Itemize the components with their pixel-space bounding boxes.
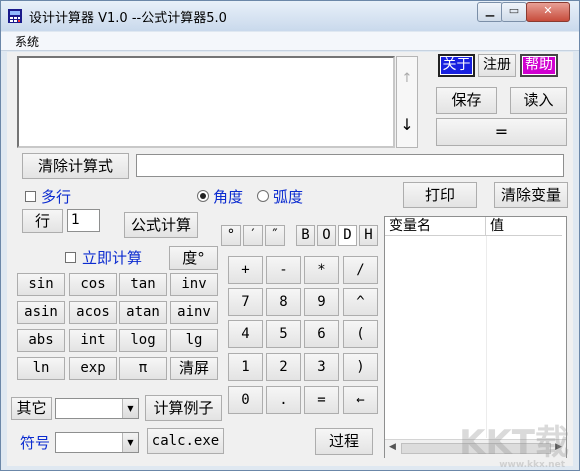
ln-button[interactable]: ln	[17, 357, 65, 380]
abs-button[interactable]: abs	[17, 329, 65, 352]
row-input[interactable]: 1	[67, 209, 100, 232]
minimize-icon: ▁	[485, 4, 495, 17]
key-0[interactable]: 0	[228, 386, 263, 414]
other-button[interactable]: 其它	[11, 397, 52, 420]
cos-button[interactable]: cos	[69, 273, 117, 296]
multiply-button[interactable]: *	[304, 256, 339, 284]
maximize-icon: ▭	[508, 4, 520, 17]
pi-button[interactable]: π	[119, 357, 167, 380]
divide-button[interactable]: /	[343, 256, 378, 284]
radian-label: 弧度	[273, 188, 304, 206]
multiline-label: 多行	[41, 188, 72, 206]
watermark: KKT载 www.kkx.net	[459, 423, 569, 470]
app-icon	[8, 9, 22, 23]
acos-button[interactable]: acos	[69, 301, 117, 324]
symbol-select[interactable]: ▼	[55, 432, 139, 453]
minimize-button[interactable]: ▁	[477, 2, 503, 22]
radian-radio[interactable]	[257, 190, 269, 202]
key-6[interactable]: 6	[304, 320, 339, 348]
asin-button[interactable]: asin	[17, 301, 65, 324]
deg-symbol-button[interactable]: °	[221, 225, 241, 246]
dot-button[interactable]: .	[266, 386, 301, 414]
degree-symbol-button[interactable]: 度°	[169, 246, 218, 270]
key-equals[interactable]: =	[304, 386, 339, 414]
menu-system[interactable]: 系统	[15, 33, 39, 50]
variables-header-value[interactable]: 值	[486, 217, 562, 236]
other-select[interactable]: ▼	[55, 398, 139, 419]
column-divider	[486, 236, 487, 438]
result-display	[136, 154, 564, 177]
calc-exe-button[interactable]: calc.exe	[147, 428, 224, 454]
key-5[interactable]: 5	[266, 320, 301, 348]
scroll-left-icon[interactable]: ◀	[389, 442, 396, 452]
inv-button[interactable]: inv	[170, 273, 218, 296]
degree-radio[interactable]	[197, 190, 209, 202]
close-icon: ✕	[543, 4, 553, 17]
scroll-up-icon[interactable]: ↑	[397, 57, 417, 101]
sin-button[interactable]: sin	[17, 273, 65, 296]
print-button[interactable]: 打印	[403, 182, 477, 208]
formula-editor[interactable]	[17, 56, 395, 148]
help-button[interactable]: 帮助	[520, 54, 558, 77]
instant-calc-checkbox[interactable]	[65, 252, 76, 263]
exp-button[interactable]: exp	[69, 357, 117, 380]
key-4[interactable]: 4	[228, 320, 263, 348]
radix-b-button[interactable]: B	[296, 225, 315, 246]
clear-vars-button[interactable]: 清除变量	[494, 182, 568, 208]
multiline-checkbox[interactable]	[25, 191, 36, 202]
key-9[interactable]: 9	[304, 288, 339, 316]
maximize-button[interactable]: ▭	[501, 2, 527, 22]
chevron-down-icon[interactable]: ▼	[122, 399, 138, 418]
ainv-button[interactable]: ainv	[170, 301, 218, 324]
register-button[interactable]: 注册	[478, 54, 516, 77]
menu-bar: 系统	[1, 32, 579, 51]
tan-button[interactable]: tan	[119, 273, 167, 296]
log-button[interactable]: log	[119, 329, 167, 352]
process-button[interactable]: 过程	[315, 428, 373, 455]
save-button[interactable]: 保存	[436, 87, 497, 114]
row-button[interactable]: 行	[22, 209, 63, 233]
minute-symbol-button[interactable]: ′	[243, 225, 263, 246]
key-8[interactable]: 8	[266, 288, 301, 316]
about-button[interactable]: 关于	[438, 54, 475, 77]
variables-header-name[interactable]: 变量名	[385, 217, 486, 236]
lg-button[interactable]: lg	[170, 329, 218, 352]
title-bar: 设计计算器 V1.0 --公式计算器5.0 ▁ ▭ ✕	[1, 1, 579, 31]
plus-button[interactable]: +	[228, 256, 263, 284]
radix-d-button[interactable]: D	[338, 225, 357, 246]
backspace-button[interactable]: ←	[343, 386, 378, 414]
int-button[interactable]: int	[69, 329, 117, 352]
examples-button[interactable]: 计算例子	[145, 395, 222, 421]
formula-calc-button[interactable]: 公式计算	[124, 212, 198, 238]
second-symbol-button[interactable]: ″	[265, 225, 285, 246]
key-7[interactable]: 7	[228, 288, 263, 316]
radix-h-button[interactable]: H	[359, 225, 378, 246]
symbol-label: 符号	[20, 434, 51, 452]
backspace-icon: ←	[356, 392, 365, 408]
radix-o-button[interactable]: O	[317, 225, 336, 246]
formula-scrollbar[interactable]: ↑ ↓	[396, 56, 418, 148]
clear-screen-button[interactable]: 清屏	[170, 357, 218, 380]
clear-formula-button[interactable]: 清除计算式	[22, 153, 129, 179]
window-title: 设计计算器 V1.0 --公式计算器5.0	[29, 11, 227, 26]
app-window: 设计计算器 V1.0 --公式计算器5.0 ▁ ▭ ✕ 系统 ↑ ↓ 关于 注册…	[0, 0, 580, 471]
instant-calc-label: 立即计算	[82, 249, 143, 267]
key-2[interactable]: 2	[266, 353, 301, 381]
left-paren-button[interactable]: (	[343, 320, 378, 348]
read-button[interactable]: 读入	[510, 87, 567, 114]
close-button[interactable]: ✕	[526, 2, 570, 22]
right-paren-button[interactable]: )	[343, 353, 378, 381]
equals-button[interactable]: =	[436, 118, 567, 146]
key-1[interactable]: 1	[228, 353, 263, 381]
chevron-down-icon[interactable]: ▼	[122, 433, 138, 452]
atan-button[interactable]: atan	[119, 301, 167, 324]
key-3[interactable]: 3	[304, 353, 339, 381]
minus-button[interactable]: -	[266, 256, 301, 284]
client-area: ↑ ↓ 关于 注册 帮助 保存 读入 = 清除计算式 多行 角度 弧度 打印 清…	[7, 52, 573, 466]
degree-label: 角度	[213, 188, 244, 206]
power-button[interactable]: ^	[343, 288, 378, 316]
scroll-down-icon[interactable]: ↓	[397, 103, 417, 147]
